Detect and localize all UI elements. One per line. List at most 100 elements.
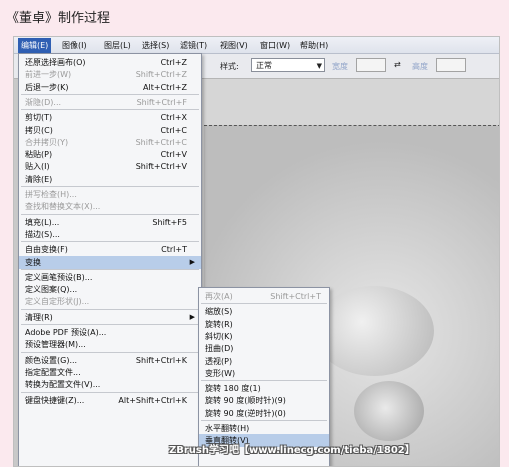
- menu-item[interactable]: 旋转 90 度(顺时针)(9): [199, 394, 329, 407]
- menu-item-label: 还原选择画布(O): [25, 58, 86, 67]
- menu-item-shortcut: Shift+Ctrl+K: [135, 355, 187, 365]
- menu-image[interactable]: 图像(I): [62, 40, 87, 51]
- menu-layer[interactable]: 图层(L): [104, 40, 131, 51]
- menu-item-label: 转换为配置文件(V)...: [25, 380, 101, 390]
- menu-item[interactable]: 预设管理器(M)...: [19, 338, 201, 351]
- menu-item[interactable]: 键盘快捷键(Z)... Alt+Shift+Ctrl+K: [19, 394, 201, 407]
- menu-item-shortcut: Shift+F5: [152, 217, 187, 227]
- menu-item[interactable]: 斜切(K): [199, 330, 329, 343]
- menu-item-label: 剪切(T): [25, 113, 53, 123]
- watermark: ZBrush学习吧【www.linecg.com/tieba/1802】: [169, 445, 415, 456]
- swap-icon[interactable]: ⇄: [394, 60, 401, 69]
- menu-item[interactable]: 转换为配置文件(V)...: [19, 378, 201, 391]
- menu-item[interactable]: 粘贴(P) Ctrl+V: [19, 148, 201, 161]
- menu-edit[interactable]: 编辑(E): [18, 38, 52, 53]
- menu-item-shortcut: Shift+Ctrl+V: [135, 162, 187, 172]
- menu-item-label: 定义画笔预设(B)...: [25, 272, 93, 282]
- menu-item-label: 填充(L)...: [25, 217, 60, 227]
- menu-item[interactable]: 自由变换(F) Ctrl+T: [19, 243, 201, 256]
- menu-separator: [21, 213, 199, 215]
- menu-item-label: 拷贝(C): [25, 125, 53, 135]
- style-select-value: 正常: [256, 61, 272, 70]
- menu-item-label: 定义自定形状(J)...: [25, 297, 90, 307]
- width-label: 宽度: [332, 62, 348, 71]
- menu-item[interactable]: 水平翻转(H): [199, 422, 329, 435]
- menu-select[interactable]: 选择(S): [142, 40, 169, 51]
- height-label: 高度: [412, 62, 428, 71]
- menu-item-label: 描边(S)...: [25, 229, 60, 239]
- menu-item-label: 旋转 90 度(逆时针)(0): [205, 408, 286, 418]
- menu-separator: [21, 268, 199, 270]
- menu-item[interactable]: 后退一步(K) Alt+Ctrl+Z: [19, 81, 201, 94]
- menu-item-label: 查找和替换文本(X)...: [25, 202, 101, 212]
- width-field[interactable]: [356, 58, 386, 72]
- menu-item[interactable]: 缩放(S): [199, 305, 329, 318]
- menu-separator: [21, 391, 199, 393]
- menu-item-label: 前进一步(W): [25, 70, 72, 80]
- menu-item-shortcut: Shift+Ctrl+T: [270, 292, 321, 301]
- menu-item-shortcut: Alt+Shift+Ctrl+K: [118, 395, 187, 405]
- menu-item[interactable]: 旋转 180 度(1): [199, 382, 329, 395]
- menu-separator: [201, 380, 327, 382]
- menu-item[interactable]: 清理(R) ▶: [19, 311, 201, 324]
- height-field[interactable]: [436, 58, 466, 72]
- menu-item-label: 颜色设置(G)...: [25, 355, 78, 365]
- menu-item-label: 透视(P): [205, 356, 233, 366]
- menu-item[interactable]: 变形(W): [199, 367, 329, 380]
- menu-item-label: Adobe PDF 预设(A)...: [25, 328, 107, 337]
- menu-item[interactable]: 变换 ▶: [19, 255, 201, 269]
- menu-item[interactable]: 旋转(R): [199, 318, 329, 331]
- menu-item-label: 拼写检查(H)...: [25, 190, 77, 199]
- menu-item: 拼写检查(H)...: [19, 188, 201, 201]
- menu-item[interactable]: 定义图案(Q)...: [19, 283, 201, 296]
- submenu-arrow-icon: ▶: [189, 257, 195, 266]
- menu-separator: [21, 109, 199, 111]
- menu-item: 渐隐(D)... Shift+Ctrl+F: [19, 96, 201, 109]
- menu-item: 查找和替换文本(X)...: [19, 200, 201, 213]
- menu-item-label: 粘贴(P): [25, 150, 53, 160]
- menu-item[interactable]: 颜色设置(G)... Shift+Ctrl+K: [19, 354, 201, 367]
- photoshop-screenshot: 编辑(E) 图像(I) 图层(L) 选择(S) 滤镜(T) 视图(V) 窗口(W…: [13, 36, 500, 467]
- menu-item[interactable]: 指定配置文件...: [19, 366, 201, 379]
- menu-view[interactable]: 视图(V): [220, 40, 248, 51]
- menu-item[interactable]: 拷贝(C) Ctrl+C: [19, 124, 201, 137]
- menu-item-label: 自由变换(F): [25, 245, 68, 255]
- menu-window[interactable]: 窗口(W): [260, 40, 290, 51]
- menu-item[interactable]: 透视(P): [199, 355, 329, 368]
- menu-item-label: 预设管理器(M)...: [25, 340, 86, 350]
- menu-item[interactable]: 扭曲(D): [199, 342, 329, 355]
- menu-item-label: 渐隐(D)...: [25, 97, 62, 107]
- menu-separator: [21, 93, 199, 95]
- menu-item-shortcut: Ctrl+X: [160, 113, 187, 123]
- menu-item-shortcut: Ctrl+V: [160, 150, 187, 160]
- menu-item-label: 后退一步(K): [25, 82, 69, 92]
- menu-item-shortcut: Alt+Ctrl+Z: [143, 82, 187, 92]
- style-select[interactable]: 正常 ▼: [251, 58, 325, 72]
- menu-item[interactable]: 填充(L)... Shift+F5: [19, 216, 201, 229]
- menu-item[interactable]: 清除(E): [19, 173, 201, 186]
- menu-item: 定义自定形状(J)...: [19, 295, 201, 308]
- menu-item-label: 定义图案(Q)...: [25, 285, 78, 295]
- menu-item-label: 变换: [25, 257, 41, 267]
- menu-item[interactable]: 剪切(T) Ctrl+X: [19, 111, 201, 124]
- sculpt-image: [314, 286, 434, 376]
- menu-item[interactable]: Adobe PDF 预设(A)...: [19, 326, 201, 339]
- menu-item-shortcut: Shift+Ctrl+C: [135, 137, 187, 147]
- menu-separator: [21, 324, 199, 325]
- menu-item[interactable]: 旋转 90 度(逆时针)(0): [199, 407, 329, 420]
- menu-separator: [21, 351, 199, 353]
- menu-help[interactable]: 帮助(H): [300, 40, 328, 51]
- menu-item-shortcut: Ctrl+Z: [160, 58, 187, 67]
- menu-item[interactable]: 描边(S)...: [19, 228, 201, 241]
- menu-item[interactable]: 贴入(I) Shift+Ctrl+V: [19, 160, 201, 173]
- menu-item-label: 扭曲(D): [205, 344, 234, 354]
- menu-filter[interactable]: 滤镜(T): [180, 40, 207, 51]
- menu-item[interactable]: 定义画笔预设(B)...: [19, 271, 201, 284]
- menu-item-label: 清除(E): [25, 174, 53, 184]
- sculpt-image-detail: [354, 381, 424, 441]
- menu-item-label: 旋转 180 度(1): [205, 384, 261, 394]
- menu-item-shortcut: Shift+Ctrl+F: [136, 97, 187, 107]
- menu-bar: 编辑(E) 图像(I) 图层(L) 选择(S) 滤镜(T) 视图(V) 窗口(W…: [14, 37, 499, 54]
- menu-item-label: 清理(R): [25, 312, 53, 322]
- menu-item[interactable]: 还原选择画布(O) Ctrl+Z: [19, 56, 201, 69]
